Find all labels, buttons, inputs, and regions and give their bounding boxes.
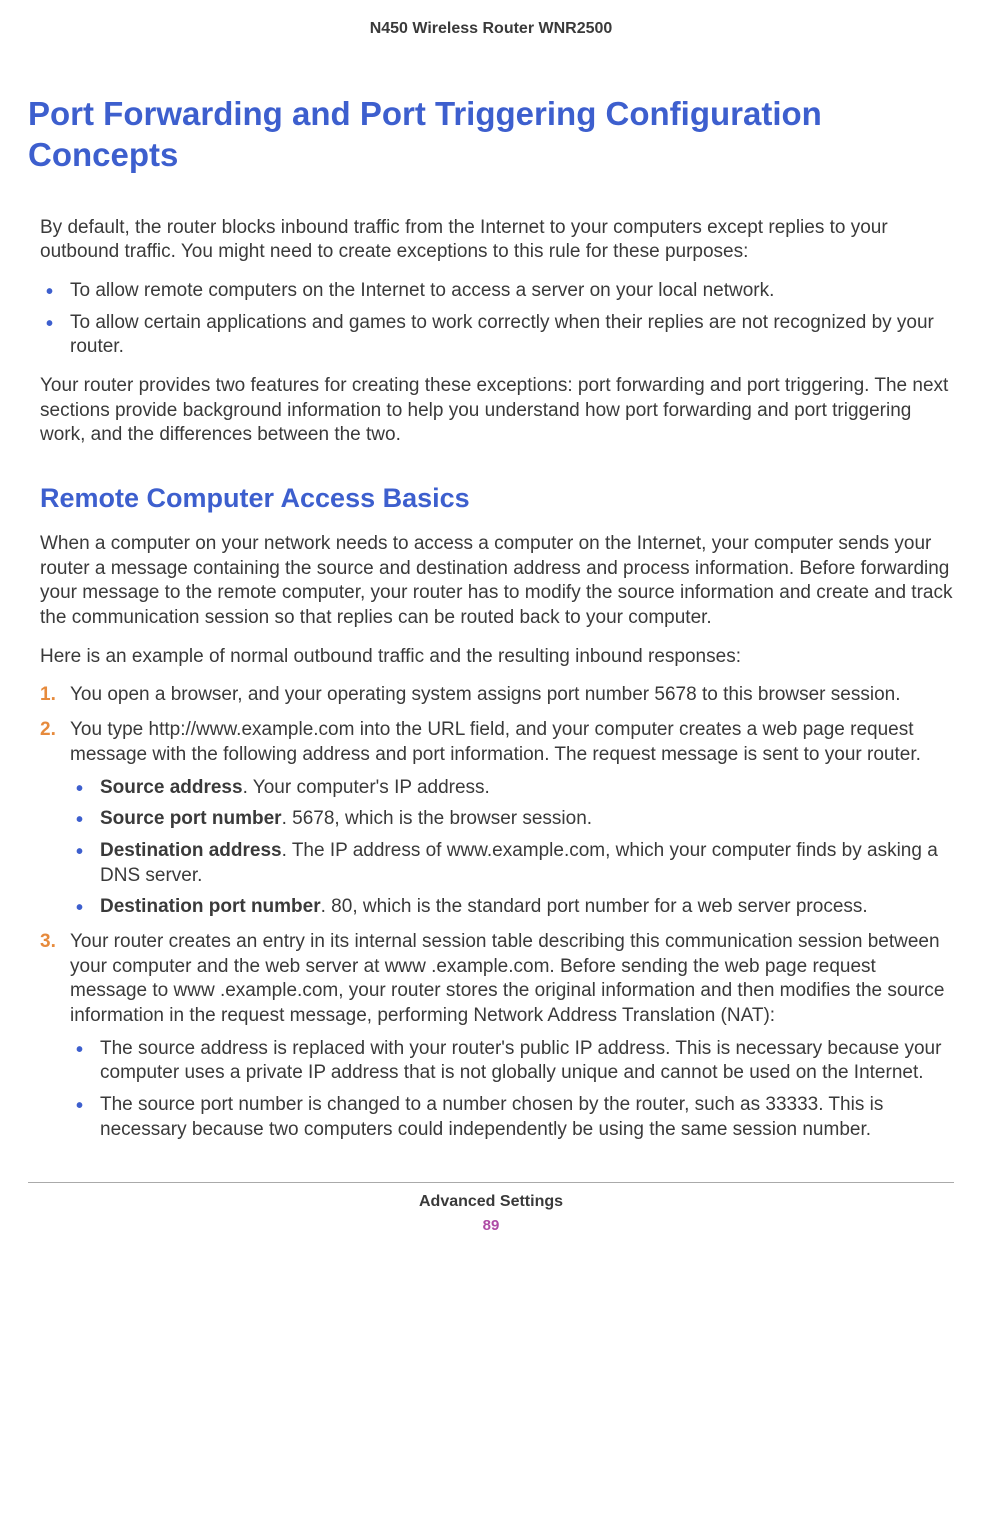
source-address-label: Source address xyxy=(100,777,243,798)
dest-port-text: . 80, which is the standard port number … xyxy=(321,896,868,917)
main-heading: Port Forwarding and Port Triggering Conf… xyxy=(28,93,954,176)
footer-page-number: 89 xyxy=(28,1217,954,1234)
page-footer: Advanced Settings 89 xyxy=(28,1182,954,1234)
section-paragraph-1: When a computer on your network needs to… xyxy=(40,532,954,631)
step-3: Your router creates an entry in its inte… xyxy=(40,930,954,1143)
step-3-sub-a: The source address is replaced with your… xyxy=(70,1037,954,1086)
intro-bullet-1: To allow remote computers on the Interne… xyxy=(40,279,954,304)
step-2-sub-c: Destination address. The IP address of w… xyxy=(70,839,954,888)
step-3-text: Your router creates an entry in its inte… xyxy=(70,931,944,1026)
dest-port-label: Destination port number xyxy=(100,896,321,917)
step-2: You type http://www.example.com into the… xyxy=(40,718,954,920)
footer-section-name: Advanced Settings xyxy=(28,1193,954,1211)
step-2-sub-d: Destination port number. 80, which is th… xyxy=(70,895,954,920)
section-heading: Remote Computer Access Basics xyxy=(40,483,954,514)
intro-paragraph-1: By default, the router blocks inbound tr… xyxy=(40,216,954,265)
step-3-sub-b: The source port number is changed to a n… xyxy=(70,1093,954,1142)
source-address-text: . Your computer's IP address. xyxy=(243,777,490,798)
step-2-sub-a: Source address. Your computer's IP addre… xyxy=(70,776,954,801)
header-product-title: N450 Wireless Router WNR2500 xyxy=(28,20,954,38)
source-port-text: . 5678, which is the browser session. xyxy=(282,808,593,829)
dest-address-label: Destination address xyxy=(100,840,282,861)
step-2-sub-b: Source port number. 5678, which is the b… xyxy=(70,807,954,832)
step-2-text: You type http://www.example.com into the… xyxy=(70,719,921,765)
intro-bullet-2: To allow certain applications and games … xyxy=(40,311,954,360)
intro-paragraph-2: Your router provides two features for cr… xyxy=(40,374,954,448)
section-paragraph-2: Here is an example of normal outbound tr… xyxy=(40,645,954,670)
source-port-label: Source port number xyxy=(100,808,282,829)
step-1: You open a browser, and your operating s… xyxy=(40,683,954,708)
